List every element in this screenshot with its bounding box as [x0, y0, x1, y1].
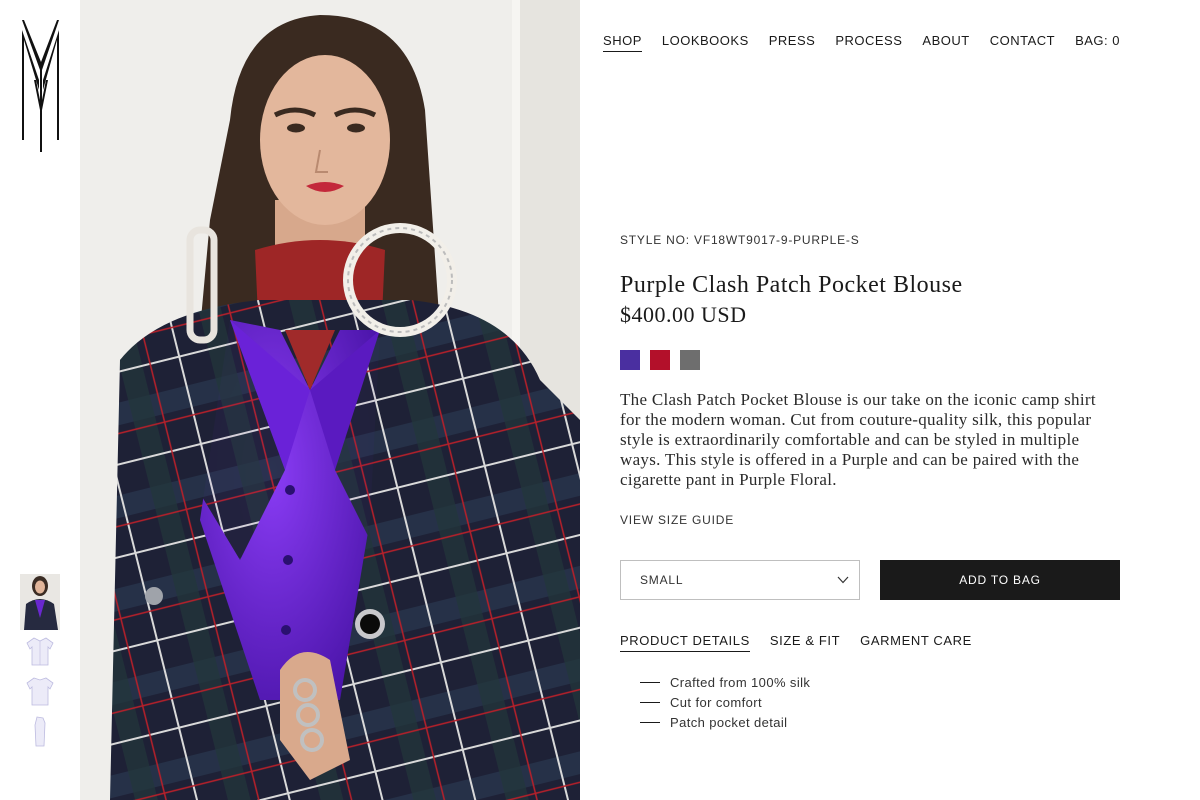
thumbnail-blouse-front[interactable]	[20, 634, 60, 668]
dash-icon	[640, 681, 660, 683]
list-item: Patch pocket detail	[640, 712, 810, 732]
style-number: STYLE NO: VF18WT9017-9-PURPLE-S	[620, 233, 860, 247]
swatch-silver[interactable]	[680, 350, 700, 370]
thumbnail-blouse-back[interactable]	[20, 674, 60, 708]
product-details-list: Crafted from 100% silk Cut for comfort P…	[640, 672, 810, 732]
product-description: The Clash Patch Pocket Blouse is our tak…	[620, 390, 1096, 489]
swatch-red[interactable]	[650, 350, 670, 370]
tab-product-details[interactable]: PRODUCT DETAILS	[620, 633, 750, 652]
size-select-value: SMALL	[640, 573, 684, 587]
add-to-bag-button[interactable]: ADD TO BAG	[880, 560, 1120, 600]
product-title: Purple Clash Patch Pocket Blouse	[620, 272, 963, 298]
thumbnail-strip	[20, 574, 60, 754]
size-select[interactable]: SMALL	[620, 560, 860, 600]
nav-about[interactable]: ABOUT	[922, 33, 969, 52]
tab-size-fit[interactable]: SIZE & FIT	[770, 633, 840, 652]
vm-monogram-icon	[22, 20, 59, 152]
color-swatches	[620, 350, 700, 370]
nav-contact[interactable]: CONTACT	[990, 33, 1055, 52]
nav-press[interactable]: PRESS	[769, 33, 816, 52]
thumbnail-model[interactable]	[20, 574, 60, 630]
nav-shop[interactable]: SHOP	[603, 33, 642, 52]
nav-process[interactable]: PROCESS	[835, 33, 902, 52]
thumbnail-blouse-side[interactable]	[20, 714, 60, 748]
dash-icon	[640, 701, 660, 703]
swatch-purple[interactable]	[620, 350, 640, 370]
brand-logo[interactable]	[20, 20, 61, 152]
nav-lookbooks[interactable]: LOOKBOOKS	[662, 33, 749, 52]
nav-bag[interactable]: BAG: 0	[1075, 33, 1120, 52]
product-price: $400.00 USD	[620, 302, 747, 327]
main-nav: SHOP LOOKBOOKS PRESS PROCESS ABOUT CONTA…	[603, 33, 1120, 52]
list-item: Cut for comfort	[640, 692, 810, 712]
dash-icon	[640, 721, 660, 723]
detail-tabs: PRODUCT DETAILS SIZE & FIT GARMENT CARE	[620, 633, 972, 652]
size-guide-link[interactable]: VIEW SIZE GUIDE	[620, 513, 734, 527]
chevron-down-icon	[837, 576, 849, 584]
product-hero-image	[80, 0, 580, 800]
list-item: Crafted from 100% silk	[640, 672, 810, 692]
tab-garment-care[interactable]: GARMENT CARE	[860, 633, 972, 652]
